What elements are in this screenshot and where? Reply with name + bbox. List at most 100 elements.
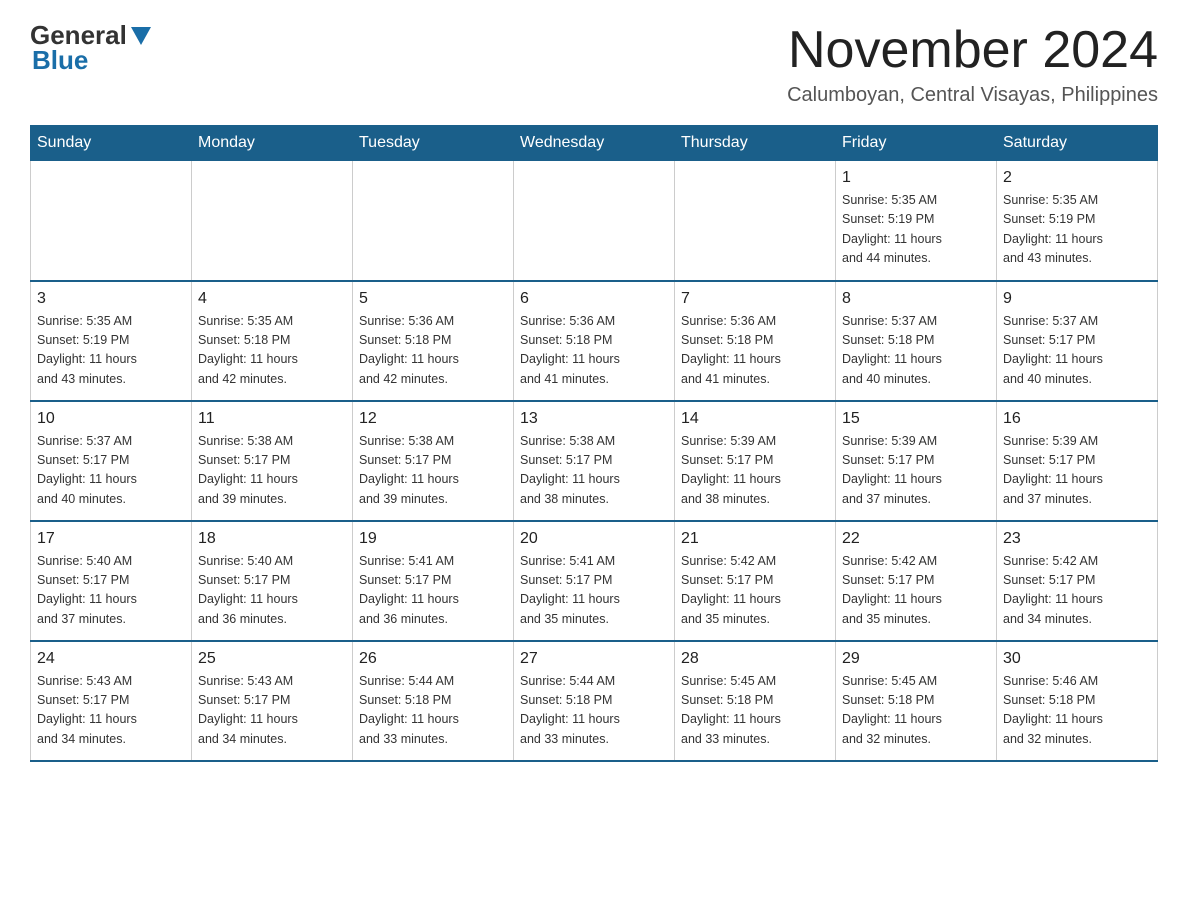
calendar-day-header: Thursday xyxy=(675,126,836,161)
calendar-cell xyxy=(675,161,836,281)
day-number: 16 xyxy=(1003,410,1151,428)
logo: General Blue xyxy=(30,20,153,76)
calendar-cell: 29Sunrise: 5:45 AM Sunset: 5:18 PM Dayli… xyxy=(836,641,997,761)
day-number: 18 xyxy=(198,530,346,548)
calendar-day-header: Saturday xyxy=(997,126,1158,161)
calendar-cell xyxy=(514,161,675,281)
calendar-cell: 13 Sunrise: 5:38 AM Sunset: 5:17 PM Dayli… xyxy=(514,401,675,521)
calendar-cell: 22 Sunrise: 5:42 AM Sunset: 5:17 PM Dayli… xyxy=(836,521,997,641)
day-number: 28 xyxy=(681,650,829,668)
day-number: 30 xyxy=(1003,650,1151,668)
day-info: Sunrise: 5:40 AM Sunset: 5:17 PM Dayligh… xyxy=(37,552,185,630)
day-info: Sunrise: 5:41 AM Sunset: 5:17 PM Dayligh… xyxy=(520,552,668,630)
day-number: 11 xyxy=(198,410,346,428)
calendar-cell: 7 Sunrise: 5:36 AM Sunset: 5:18 PM Daylig… xyxy=(675,281,836,401)
calendar-day-header: Sunday xyxy=(31,126,192,161)
day-info: Sunrise: 5:44 AM Sunset: 5:18 PM Dayligh… xyxy=(520,672,668,750)
day-number: 14 xyxy=(681,410,829,428)
day-info: Sunrise: 5:43 AM Sunset: 5:17 PM Dayligh… xyxy=(37,672,185,750)
calendar-cell: 16 Sunrise: 5:39 AM Sunset: 5:17 PM Dayli… xyxy=(997,401,1158,521)
day-info: Sunrise: 5:36 AM Sunset: 5:18 PM Dayligh… xyxy=(681,312,829,390)
day-info: Sunrise: 5:35 AM Sunset: 5:19 PM Dayligh… xyxy=(37,312,185,390)
day-number: 20 xyxy=(520,530,668,548)
calendar-cell: 15 Sunrise: 5:39 AM Sunset: 5:17 PM Dayli… xyxy=(836,401,997,521)
calendar-week-row: 1 Sunrise: 5:35 AM Sunset: 5:19 PM Daylig… xyxy=(31,161,1158,281)
day-info: Sunrise: 5:37 AM Sunset: 5:17 PM Dayligh… xyxy=(1003,312,1151,390)
calendar-cell: 4 Sunrise: 5:35 AM Sunset: 5:18 PM Daylig… xyxy=(192,281,353,401)
calendar-day-header: Wednesday xyxy=(514,126,675,161)
calendar-cell: 11 Sunrise: 5:38 AM Sunset: 5:17 PM Dayli… xyxy=(192,401,353,521)
day-info: Sunrise: 5:45 AM Sunset: 5:18 PM Dayligh… xyxy=(681,672,829,750)
calendar-header-row: SundayMondayTuesdayWednesdayThursdayFrid… xyxy=(31,126,1158,161)
calendar-day-header: Friday xyxy=(836,126,997,161)
day-info: Sunrise: 5:36 AM Sunset: 5:18 PM Dayligh… xyxy=(359,312,507,390)
day-info: Sunrise: 5:39 AM Sunset: 5:17 PM Dayligh… xyxy=(1003,432,1151,510)
month-year-title: November 2024 xyxy=(787,20,1158,80)
day-number: 24 xyxy=(37,650,185,668)
day-number: 15 xyxy=(842,410,990,428)
day-info: Sunrise: 5:44 AM Sunset: 5:18 PM Dayligh… xyxy=(359,672,507,750)
day-info: Sunrise: 5:42 AM Sunset: 5:17 PM Dayligh… xyxy=(842,552,990,630)
calendar-cell: 30 Sunrise: 5:46 AM Sunset: 5:18 PM Dayli… xyxy=(997,641,1158,761)
day-number: 22 xyxy=(842,530,990,548)
day-info: Sunrise: 5:46 AM Sunset: 5:18 PM Dayligh… xyxy=(1003,672,1151,750)
calendar-cell: 23 Sunrise: 5:42 AM Sunset: 5:17 PM Dayli… xyxy=(997,521,1158,641)
calendar-cell: 14 Sunrise: 5:39 AM Sunset: 5:17 PM Dayli… xyxy=(675,401,836,521)
day-info: Sunrise: 5:42 AM Sunset: 5:17 PM Dayligh… xyxy=(681,552,829,630)
day-info: Sunrise: 5:38 AM Sunset: 5:17 PM Dayligh… xyxy=(520,432,668,510)
calendar-cell: 20 Sunrise: 5:41 AM Sunset: 5:17 PM Dayli… xyxy=(514,521,675,641)
day-info: Sunrise: 5:38 AM Sunset: 5:17 PM Dayligh… xyxy=(198,432,346,510)
day-number: 1 xyxy=(842,169,990,187)
day-info: Sunrise: 5:40 AM Sunset: 5:17 PM Dayligh… xyxy=(198,552,346,630)
calendar-cell: 21 Sunrise: 5:42 AM Sunset: 5:17 PM Dayli… xyxy=(675,521,836,641)
calendar-cell: 10 Sunrise: 5:37 AM Sunset: 5:17 PM Dayli… xyxy=(31,401,192,521)
day-number: 26 xyxy=(359,650,507,668)
logo-blue-text: Blue xyxy=(30,45,88,76)
calendar-cell: 27 Sunrise: 5:44 AM Sunset: 5:18 PM Dayli… xyxy=(514,641,675,761)
calendar-week-row: 10 Sunrise: 5:37 AM Sunset: 5:17 PM Dayli… xyxy=(31,401,1158,521)
logo-triangle-icon xyxy=(131,27,151,45)
day-info: Sunrise: 5:39 AM Sunset: 5:17 PM Dayligh… xyxy=(842,432,990,510)
calendar-cell xyxy=(353,161,514,281)
day-number: 8 xyxy=(842,290,990,308)
day-info: Sunrise: 5:36 AM Sunset: 5:18 PM Dayligh… xyxy=(520,312,668,390)
calendar-cell xyxy=(192,161,353,281)
calendar-week-row: 24 Sunrise: 5:43 AM Sunset: 5:17 PM Dayli… xyxy=(31,641,1158,761)
calendar-table: SundayMondayTuesdayWednesdayThursdayFrid… xyxy=(30,125,1158,762)
day-number: 9 xyxy=(1003,290,1151,308)
calendar-cell: 24 Sunrise: 5:43 AM Sunset: 5:17 PM Dayli… xyxy=(31,641,192,761)
calendar-cell xyxy=(31,161,192,281)
day-info: Sunrise: 5:39 AM Sunset: 5:17 PM Dayligh… xyxy=(681,432,829,510)
day-number: 13 xyxy=(520,410,668,428)
calendar-cell: 12Sunrise: 5:38 AM Sunset: 5:17 PM Dayli… xyxy=(353,401,514,521)
calendar-cell: 5 Sunrise: 5:36 AM Sunset: 5:18 PM Daylig… xyxy=(353,281,514,401)
day-number: 19 xyxy=(359,530,507,548)
calendar-day-header: Monday xyxy=(192,126,353,161)
day-number: 23 xyxy=(1003,530,1151,548)
calendar-week-row: 17 Sunrise: 5:40 AM Sunset: 5:17 PM Dayli… xyxy=(31,521,1158,641)
calendar-week-row: 3Sunrise: 5:35 AM Sunset: 5:19 PM Daylig… xyxy=(31,281,1158,401)
day-info: Sunrise: 5:37 AM Sunset: 5:17 PM Dayligh… xyxy=(37,432,185,510)
day-info: Sunrise: 5:41 AM Sunset: 5:17 PM Dayligh… xyxy=(359,552,507,630)
calendar-cell: 2Sunrise: 5:35 AM Sunset: 5:19 PM Daylig… xyxy=(997,161,1158,281)
day-number: 21 xyxy=(681,530,829,548)
calendar-cell: 26 Sunrise: 5:44 AM Sunset: 5:18 PM Dayli… xyxy=(353,641,514,761)
header: General Blue November 2024 Calumboyan, C… xyxy=(30,20,1158,107)
day-number: 17 xyxy=(37,530,185,548)
day-number: 7 xyxy=(681,290,829,308)
day-number: 27 xyxy=(520,650,668,668)
calendar-cell: 9 Sunrise: 5:37 AM Sunset: 5:17 PM Daylig… xyxy=(997,281,1158,401)
day-info: Sunrise: 5:35 AM Sunset: 5:19 PM Dayligh… xyxy=(842,191,990,269)
calendar-day-header: Tuesday xyxy=(353,126,514,161)
day-number: 12 xyxy=(359,410,507,428)
calendar-cell: 1 Sunrise: 5:35 AM Sunset: 5:19 PM Daylig… xyxy=(836,161,997,281)
day-number: 25 xyxy=(198,650,346,668)
calendar-cell: 8Sunrise: 5:37 AM Sunset: 5:18 PM Daylig… xyxy=(836,281,997,401)
day-info: Sunrise: 5:45 AM Sunset: 5:18 PM Dayligh… xyxy=(842,672,990,750)
day-number: 5 xyxy=(359,290,507,308)
day-info: Sunrise: 5:42 AM Sunset: 5:17 PM Dayligh… xyxy=(1003,552,1151,630)
day-info: Sunrise: 5:43 AM Sunset: 5:17 PM Dayligh… xyxy=(198,672,346,750)
day-number: 10 xyxy=(37,410,185,428)
day-info: Sunrise: 5:35 AM Sunset: 5:18 PM Dayligh… xyxy=(198,312,346,390)
day-number: 4 xyxy=(198,290,346,308)
